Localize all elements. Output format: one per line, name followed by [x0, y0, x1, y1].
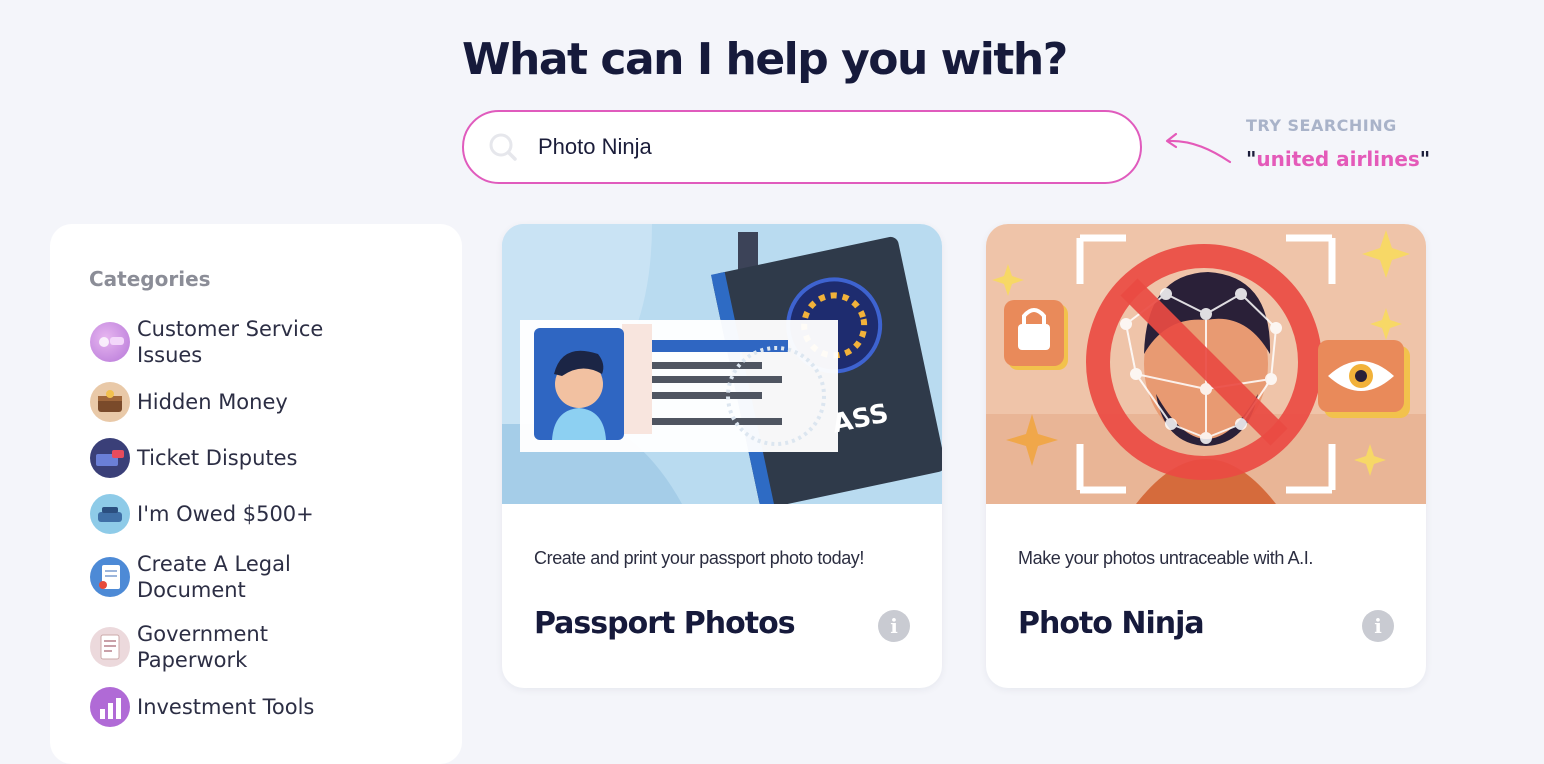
search-input[interactable]: [536, 133, 1100, 161]
categories-heading: Categories: [89, 267, 211, 291]
card-description: Make your photos untraceable with A.I.: [1018, 548, 1313, 568]
category-list: Customer Service Issues Hidden Money Tic…: [90, 316, 430, 734]
photo-ninja-illustration: [986, 224, 1426, 504]
ticket-icon: [90, 438, 130, 478]
treasure-chest-icon: [90, 382, 130, 422]
search-bar[interactable]: [462, 110, 1142, 184]
investment-icon: [90, 687, 130, 727]
passport-photos-card[interactable]: ASS Create and print your passport photo…: [502, 224, 942, 688]
paperwork-icon: [90, 627, 130, 667]
page-title: What can I help you with?: [462, 34, 1068, 85]
category-owed-money[interactable]: I'm Owed $500+: [90, 486, 430, 542]
category-legal-document[interactable]: Create A Legal Document: [90, 544, 430, 610]
categories-panel: Categories Customer Service Issues Hidde…: [50, 224, 462, 764]
category-ticket-disputes[interactable]: Ticket Disputes: [90, 430, 430, 486]
category-hidden-money[interactable]: Hidden Money: [90, 374, 430, 430]
card-title: Photo Ninja: [1018, 606, 1205, 641]
suggestion-link[interactable]: united airlines: [1256, 147, 1419, 171]
money-icon: [90, 494, 130, 534]
info-icon[interactable]: i: [1362, 610, 1394, 642]
legal-document-icon: [90, 557, 130, 597]
customer-service-icon: [90, 322, 130, 362]
category-investment-tools[interactable]: Investment Tools: [90, 680, 430, 734]
curved-arrow-icon: [1165, 132, 1232, 164]
card-description: Create and print your passport photo tod…: [534, 548, 865, 568]
category-government-paperwork[interactable]: Government Paperwork: [90, 614, 430, 680]
photo-ninja-card[interactable]: Make your photos untraceable with A.I. P…: [986, 224, 1426, 688]
search-suggestion[interactable]: "united airlines": [1246, 147, 1430, 171]
category-customer-service[interactable]: Customer Service Issues: [90, 316, 430, 368]
card-title: Passport Photos: [534, 606, 796, 641]
try-searching-label: TRY SEARCHING: [1246, 116, 1397, 135]
info-icon[interactable]: i: [878, 610, 910, 642]
search-icon: [488, 130, 522, 164]
passport-illustration: ASS: [502, 224, 942, 504]
